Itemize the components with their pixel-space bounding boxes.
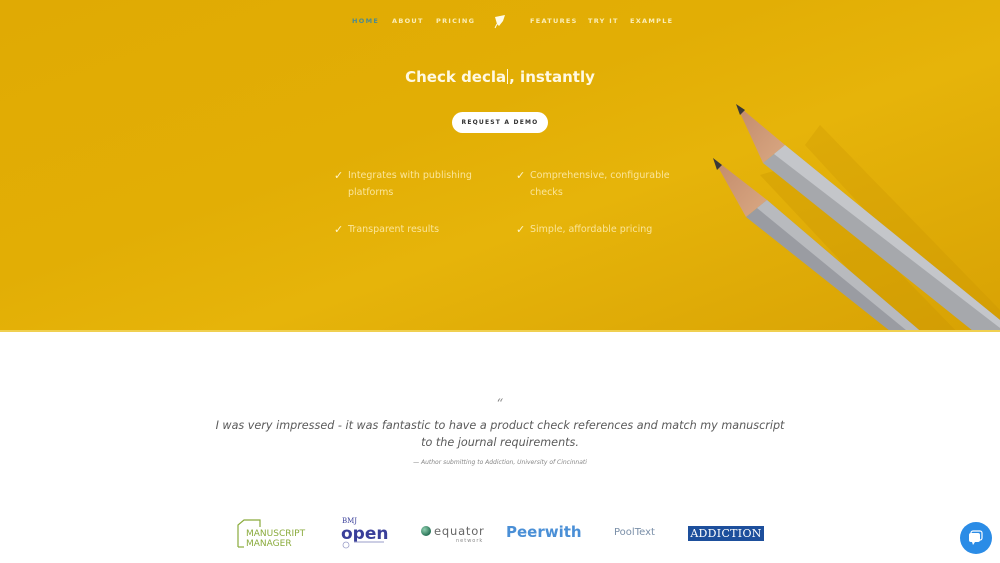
nav-features[interactable]: FEATURES [530, 17, 578, 25]
manager-text: MANAGER [246, 539, 292, 549]
quote-text: I was very impressed - it was fantastic … [215, 419, 785, 449]
feature-item: ✓ Comprehensive, configurable checks [516, 169, 670, 198]
checkmark-icon: ✓ [516, 223, 526, 236]
svg-text:open: open [341, 524, 388, 544]
nav-example[interactable]: EXAMPLE [630, 17, 673, 25]
headline-suffix: , instantly [509, 68, 595, 86]
headline-typed-word: decla [461, 68, 507, 86]
feature-item: ✓ Transparent results [334, 223, 440, 236]
nav-pricing[interactable]: PRICING [436, 17, 475, 25]
headline: Check decla, instantly [0, 68, 1000, 86]
feature-item: ✓ Simple, affordable pricing [516, 223, 653, 236]
checkmark-icon: ✓ [334, 223, 344, 236]
checkmark-icon: ✓ [334, 169, 344, 182]
nav-about[interactable]: ABOUT [392, 17, 424, 25]
testimonial: “ I was very impressed - it was fantasti… [0, 397, 1000, 467]
manuscript-manager-logo[interactable]: MANUSCRIPT MANAGER [236, 519, 316, 549]
nav-home[interactable]: HOME [352, 17, 379, 25]
svg-text:equator: equator [434, 524, 485, 538]
manuscript-text: MANUSCRIPT [246, 529, 306, 539]
feature-item: ✓ Integrates with publishing platforms [334, 169, 472, 198]
peerwith-logo[interactable]: Peerwith [506, 523, 586, 545]
headline-prefix: Check [405, 68, 462, 86]
quill-logo-icon[interactable] [492, 13, 508, 29]
partner-logos: MANUSCRIPT MANAGER BMJ open equator netw… [0, 515, 1000, 550]
hero-section: HOME ABOUT PRICING FEATURES TRY IT EXAMP… [0, 0, 1000, 331]
checkmark-icon: ✓ [516, 169, 526, 182]
chat-button[interactable] [960, 522, 992, 554]
hero-divider [0, 330, 1000, 332]
chat-bubble-icon [969, 530, 983, 545]
pooltext-logo[interactable]: PoolText [614, 527, 664, 543]
typing-cursor [507, 69, 509, 84]
nav-try-it[interactable]: TRY IT [588, 17, 619, 25]
pencils-image [713, 104, 1000, 331]
svg-text:network: network [456, 538, 483, 544]
equator-network-logo[interactable]: equator network [420, 522, 492, 546]
quote-author: — Author submitting to Addiction, Univer… [413, 459, 587, 466]
request-demo-button[interactable]: REQUEST A DEMO [452, 112, 548, 133]
addiction-journal-logo[interactable]: ADDICTION [688, 526, 764, 541]
bmj-open-logo[interactable]: BMJ open [340, 515, 392, 551]
quote-mark-icon: “ [496, 397, 504, 412]
